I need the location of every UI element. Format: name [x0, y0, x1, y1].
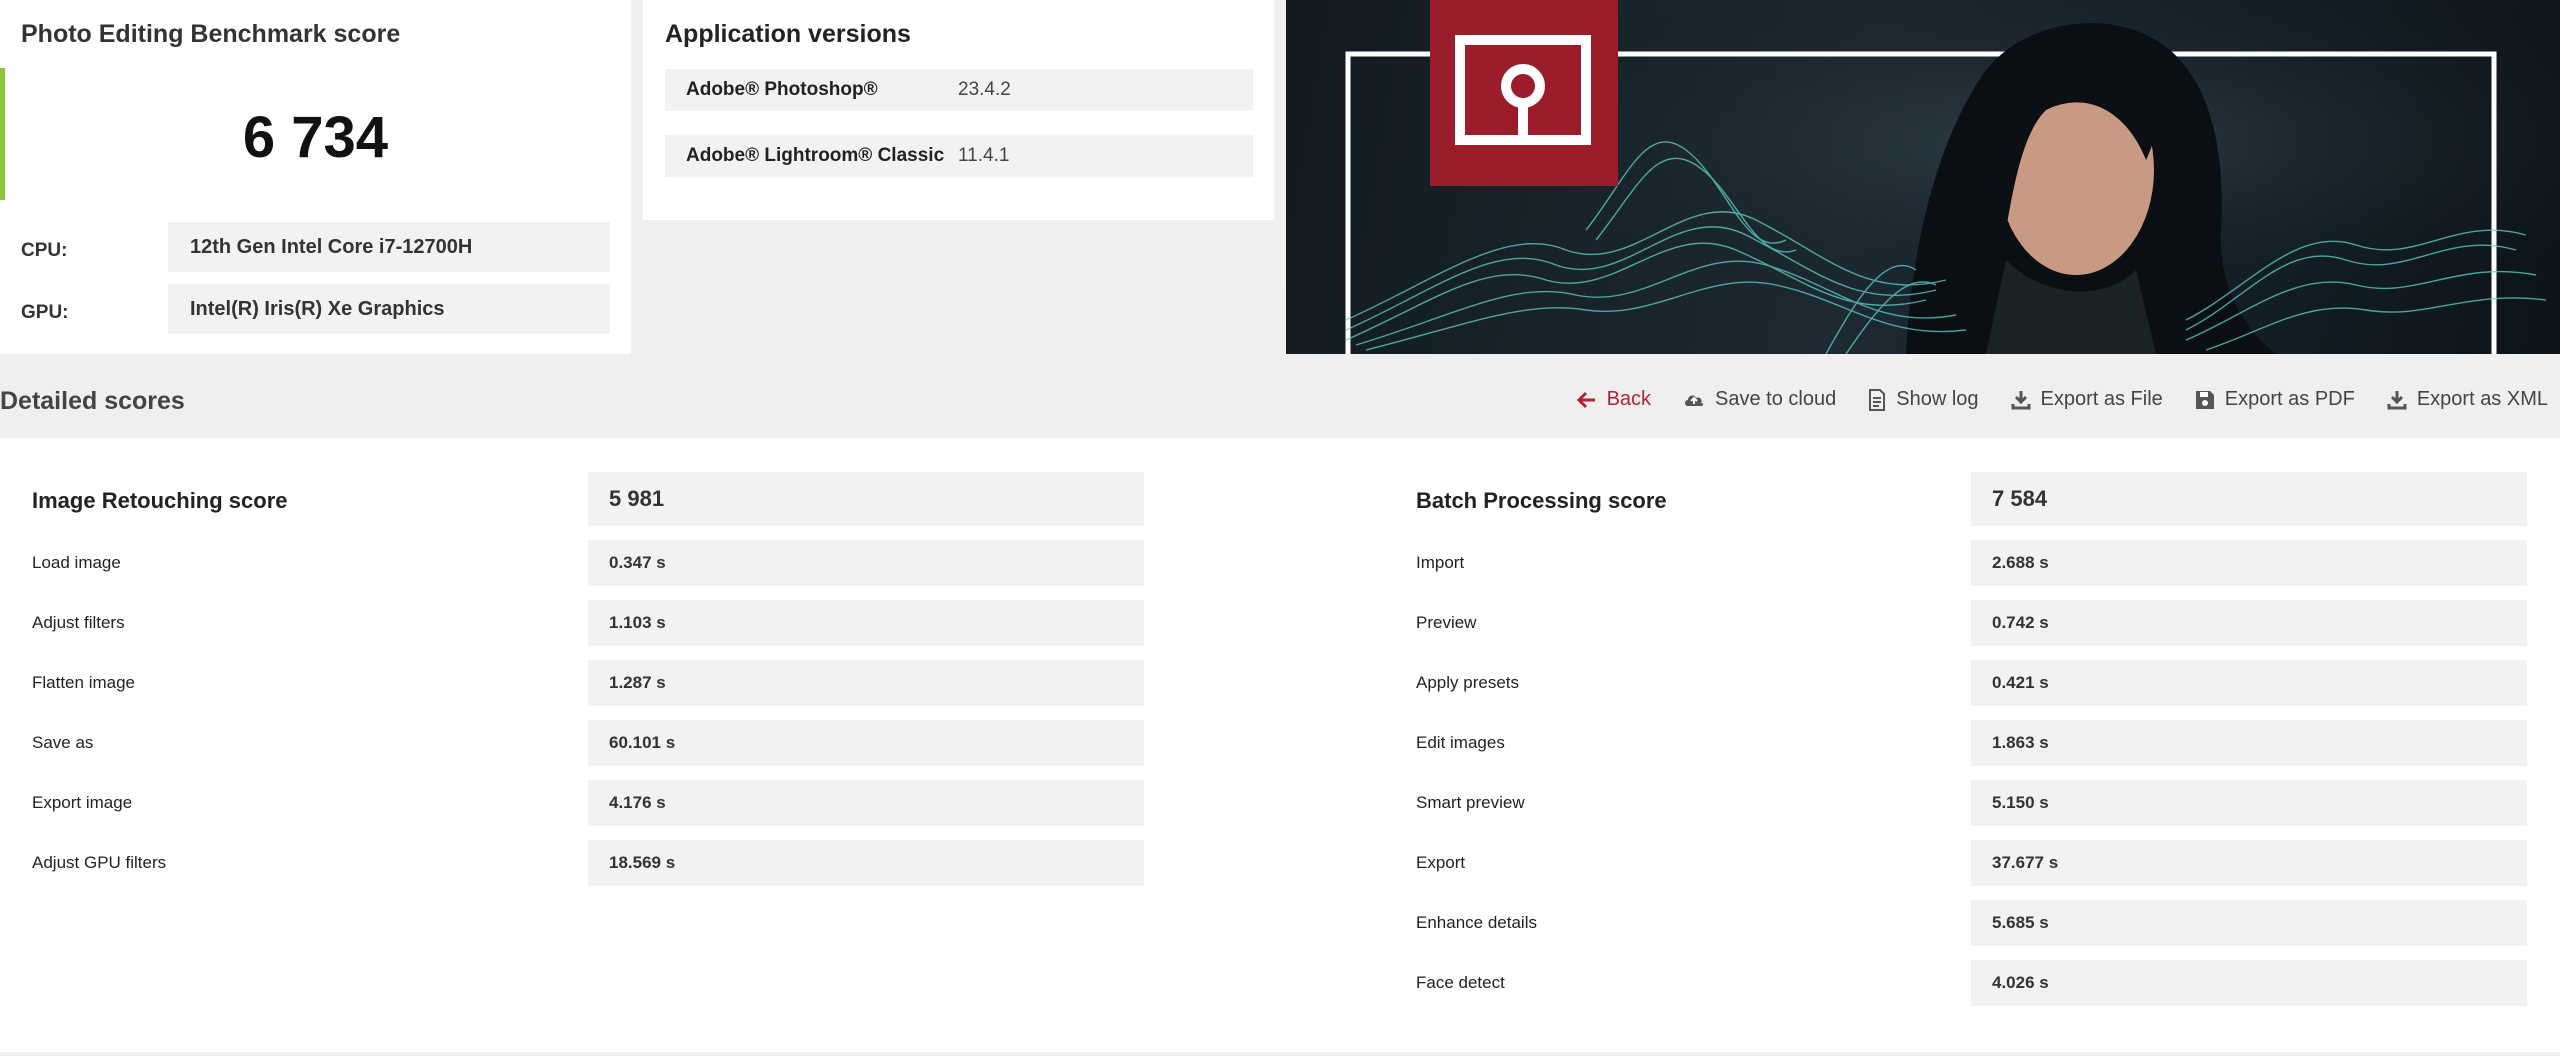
row-label-flatten-image: Flatten image: [32, 673, 135, 692]
download-icon: [2011, 390, 2031, 409]
row-label-load-image: Load image: [32, 553, 121, 572]
document-icon: [1869, 388, 1886, 411]
row-value-load-image: 0.347 s: [588, 540, 1144, 586]
row-value-edit-images: 1.863 s: [1971, 720, 2527, 766]
row-label-adjust-filters: Adjust filters: [32, 613, 125, 632]
action-toolbar: Back Save to cloud Show log Export as Fi…: [1576, 388, 2548, 411]
detailed-scores-title: Detailed scores: [0, 387, 185, 415]
show-log-button[interactable]: Show log: [1868, 388, 1979, 411]
show-log-label: Show log: [1896, 388, 1979, 410]
row-value-smart-preview: 5.150 s: [1971, 780, 2527, 826]
app-row-lightroom: Adobe® Lightroom® Classic 11.4.1: [665, 135, 1253, 177]
save-to-cloud-button[interactable]: Save to cloud: [1683, 388, 1836, 411]
application-versions-title: Application versions: [665, 20, 911, 48]
download-icon: [2387, 390, 2407, 409]
row-label-enhance-details: Enhance details: [1416, 913, 1537, 932]
score-title: Photo Editing Benchmark score: [21, 20, 401, 48]
image-retouching-score: 5 981: [588, 472, 1144, 526]
row-label-export-image: Export image: [32, 793, 133, 812]
row-label-export: Export: [1416, 853, 1466, 872]
row-label-face-detect: Face detect: [1416, 973, 1505, 992]
export-as-file-button[interactable]: Export as File: [2011, 388, 2163, 411]
cloud-upload-icon: [1685, 395, 1704, 406]
export-as-xml-button[interactable]: Export as XML: [2387, 388, 2548, 411]
back-button[interactable]: Back: [1576, 388, 1652, 411]
gpu-label: GPU:: [21, 302, 69, 323]
back-label: Back: [1606, 388, 1652, 410]
row-value-flatten-image: 1.287 s: [588, 660, 1144, 706]
app-version: 11.4.1: [958, 145, 1010, 166]
detailed-scores-panel: Image Retouching score 5 981 Load image …: [0, 438, 2560, 1052]
row-value-import: 2.688 s: [1971, 540, 2527, 586]
row-value-preview: 0.742 s: [1971, 600, 2527, 646]
overall-score: 6 734: [242, 105, 389, 170]
application-versions-panel: Application versions Adobe® Photoshop® 2…: [643, 0, 1274, 220]
row-label-import: Import: [1416, 553, 1465, 572]
row-label-edit-images: Edit images: [1416, 733, 1505, 752]
row-label-preview: Preview: [1416, 613, 1477, 632]
row-value-apply-presets: 0.421 s: [1971, 660, 2527, 706]
arrow-left-icon: [1576, 391, 1595, 408]
export-as-file-label: Export as File: [2040, 388, 2163, 410]
batch-processing-score: 7 584: [1971, 472, 2527, 526]
export-as-pdf-label: Export as PDF: [2224, 388, 2355, 410]
hero-illustration: [1286, 0, 2560, 354]
app-name: Adobe® Lightroom® Classic: [686, 145, 945, 166]
cpu-label: CPU:: [21, 240, 68, 261]
row-value-enhance-details: 5.685 s: [1971, 900, 2527, 946]
floppy-icon: [2195, 390, 2214, 409]
batch-processing-title: Batch Processing score: [1416, 488, 1667, 513]
save-to-cloud-label: Save to cloud: [1715, 388, 1837, 410]
cpu-value: 12th Gen Intel Core i7-12700H: [168, 222, 610, 272]
hero-image: [1286, 0, 2560, 354]
row-value-export-image: 4.176 s: [588, 780, 1144, 826]
export-as-pdf-button[interactable]: Export as PDF: [2195, 388, 2355, 411]
app-row-photoshop: Adobe® Photoshop® 23.4.2: [665, 69, 1253, 111]
image-retouching-title: Image Retouching score: [32, 488, 288, 513]
gpu-value: Intel(R) Iris(R) Xe Graphics: [168, 284, 610, 334]
row-label-adjust-gpu-filters: Adjust GPU filters: [32, 853, 167, 872]
procyon-logo-icon: [1430, 0, 1618, 186]
row-label-smart-preview: Smart preview: [1416, 793, 1525, 812]
row-value-export: 37.677 s: [1971, 840, 2527, 886]
benchmark-score-panel: Photo Editing Benchmark score 6 734 CPU:…: [0, 0, 631, 354]
export-as-xml-label: Export as XML: [2416, 388, 2548, 410]
app-version: 23.4.2: [958, 79, 1011, 100]
row-label-save-as: Save as: [32, 733, 94, 752]
row-value-adjust-gpu-filters: 18.569 s: [588, 840, 1144, 886]
row-value-adjust-filters: 1.103 s: [588, 600, 1144, 646]
row-label-apply-presets: Apply presets: [1416, 673, 1519, 692]
app-name: Adobe® Photoshop®: [686, 79, 878, 100]
row-value-face-detect: 4.026 s: [1971, 960, 2527, 1006]
row-value-save-as: 60.101 s: [588, 720, 1144, 766]
